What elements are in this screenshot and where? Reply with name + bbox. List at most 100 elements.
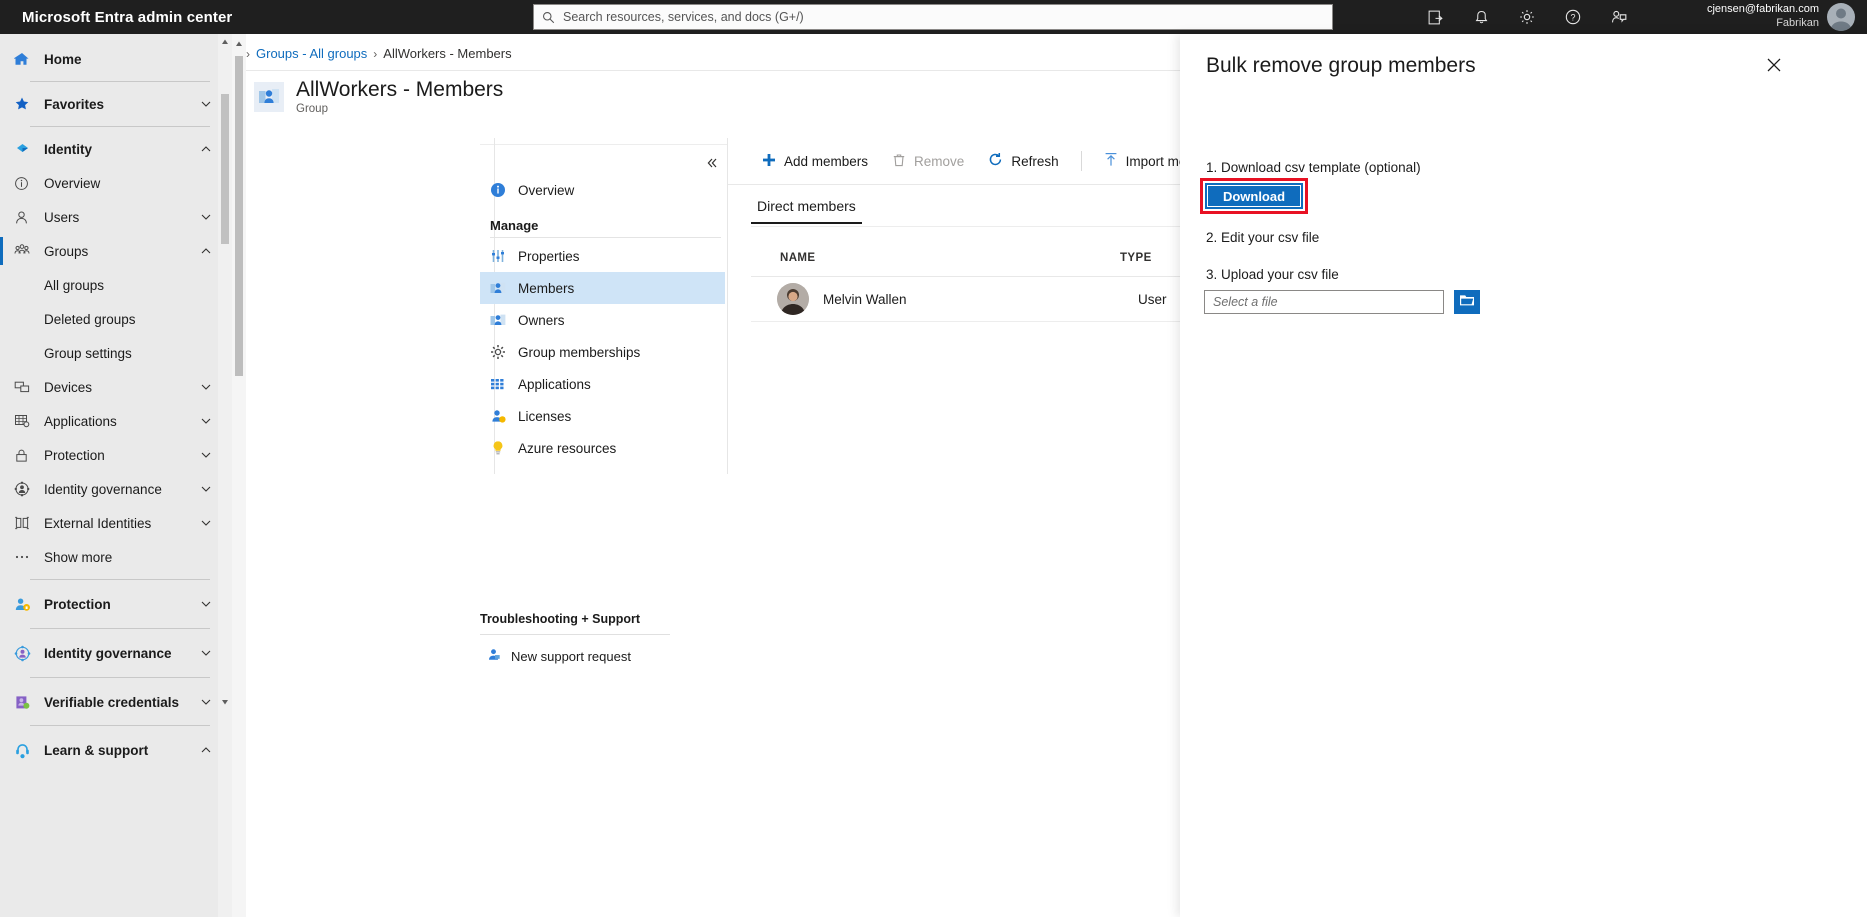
sidebar-item-home[interactable]: Home	[0, 42, 232, 76]
sidebar-item-external-identities[interactable]: External Identities	[0, 506, 232, 540]
azure-resources-bulb-icon	[490, 440, 506, 456]
sidebar-item-favorites[interactable]: Favorites	[0, 87, 232, 121]
sidebar-item-identity[interactable]: Identity	[0, 132, 232, 166]
file-path-input[interactable]	[1204, 290, 1444, 314]
chevron-down-icon	[200, 415, 212, 427]
sidebar-item-groups[interactable]: Groups	[0, 234, 232, 268]
chevron-up-icon	[200, 245, 212, 257]
trash-icon	[892, 153, 906, 170]
tab-direct-members[interactable]: Direct members	[751, 192, 862, 224]
blade-menu-item-group-memberships[interactable]: Group memberships	[480, 336, 725, 368]
blade-menu-item-properties[interactable]: Properties	[480, 240, 725, 272]
sidebar-item-verifiable-credentials[interactable]: Verifiable credentials	[0, 683, 232, 721]
search-input[interactable]	[563, 10, 1324, 24]
blade-menu-item-azure-resources[interactable]: Azure resources	[480, 432, 725, 464]
breadcrumb-separator: ›	[246, 46, 250, 61]
sidebar-item-protection[interactable]: Protection	[0, 438, 232, 472]
blade-menu-section-manage: Manage	[490, 218, 539, 233]
feedback-person-icon[interactable]	[1609, 7, 1629, 27]
sidebar-item-label: Verifiable credentials	[44, 694, 180, 710]
cloud-shell-icon[interactable]	[1425, 7, 1445, 27]
sidebar-item-label: Identity governance	[44, 481, 162, 497]
sidebar-item-label: Overview	[44, 175, 101, 191]
blade-menu-item-label: Owners	[518, 312, 565, 328]
chevron-double-left-icon[interactable]	[701, 152, 723, 174]
chevron-up-icon	[200, 744, 212, 756]
step-3-label: 3. Upload your csv file	[1206, 267, 1339, 282]
group-icon	[254, 81, 284, 112]
blade-menu-item-applications[interactable]: Applications	[480, 368, 725, 400]
page-title: AllWorkers - Members	[296, 78, 504, 101]
blade-menu: Overview Manage Properties Members Owner…	[480, 156, 725, 476]
support-section-title: Troubleshooting + Support	[480, 612, 641, 626]
left-nav-scrollbar[interactable]	[218, 34, 232, 917]
member-tabs: Direct members	[751, 192, 862, 224]
folder-open-icon	[1459, 293, 1475, 312]
help-question-icon[interactable]: ?	[1563, 7, 1583, 27]
sidebar-item-identity-governance-section[interactable]: Identity governance	[0, 634, 232, 672]
sidebar-item-learn-support[interactable]: Learn & support	[0, 731, 232, 769]
blade-menu-item-members[interactable]: Members	[480, 272, 725, 304]
sidebar-item-overview[interactable]: Overview	[0, 166, 232, 200]
external-identities-icon	[14, 515, 36, 531]
scroll-thumb[interactable]	[221, 94, 229, 244]
info-circle-icon	[490, 182, 506, 198]
blade-menu-item-licenses[interactable]: Licenses	[480, 400, 725, 432]
members-icon	[490, 280, 506, 296]
verifiable-credentials-icon	[14, 694, 36, 711]
settings-gear-icon[interactable]	[1517, 7, 1537, 27]
cell-member-name: Melvin Wallen	[823, 291, 907, 307]
sidebar-item-show-more[interactable]: Show more	[0, 540, 232, 574]
breadcrumb-link-groups[interactable]: Groups - All groups	[256, 46, 367, 61]
support-item-label: New support request	[511, 648, 631, 664]
scroll-down-arrow-icon[interactable]	[218, 694, 232, 710]
download-button[interactable]: Download	[1205, 183, 1303, 209]
sidebar-item-protection-section[interactable]: Protection	[0, 585, 232, 623]
nav-separator	[30, 126, 210, 127]
blade-menu-item-owners[interactable]: Owners	[480, 304, 725, 336]
remove-button: Remove	[880, 147, 976, 176]
notifications-bell-icon[interactable]	[1471, 7, 1491, 27]
add-members-button[interactable]: Add members	[750, 147, 880, 176]
sidebar-item-label: Applications	[44, 413, 117, 429]
avatar	[1827, 3, 1855, 31]
refresh-button[interactable]: Refresh	[976, 146, 1070, 176]
sidebar-item-devices[interactable]: Devices	[0, 370, 232, 404]
blade-menu-item-overview[interactable]: Overview	[480, 174, 725, 206]
scroll-up-arrow-icon[interactable]	[218, 34, 232, 50]
scroll-thumb[interactable]	[235, 56, 243, 376]
close-icon[interactable]	[1763, 54, 1785, 76]
support-rule	[480, 634, 670, 635]
support-item-new-request[interactable]: New support request	[480, 641, 730, 671]
brand-title: Microsoft Entra admin center	[22, 8, 233, 26]
learn-support-icon	[14, 742, 36, 759]
sidebar-item-label: Identity	[44, 141, 93, 157]
sidebar-item-label: Learn & support	[44, 742, 149, 758]
sidebar-item-label: Deleted groups	[44, 311, 136, 327]
sidebar-item-identity-governance[interactable]: Identity governance	[0, 472, 232, 506]
sidebar-item-applications[interactable]: Applications	[0, 404, 232, 438]
global-search[interactable]	[533, 4, 1333, 30]
command-label: Refresh	[1011, 153, 1059, 169]
member-avatar	[777, 283, 809, 315]
breadcrumb-current: AllWorkers - Members	[383, 46, 512, 61]
breadcrumb-separator: ›	[373, 46, 378, 61]
scroll-up-arrow-icon[interactable]	[232, 37, 246, 51]
left-navigation: Home Favorites Identity Overview Users G…	[0, 34, 232, 917]
nav-separator	[30, 677, 210, 678]
entra-admin-center-page: Microsoft Entra admin center ?	[0, 0, 1867, 917]
blade-scrollbar[interactable]	[232, 34, 246, 917]
licenses-icon	[490, 408, 506, 424]
command-label: Remove	[914, 153, 965, 169]
sidebar-item-users[interactable]: Users	[0, 200, 232, 234]
bulk-remove-panel: Bulk remove group members 1. Download cs…	[1180, 34, 1867, 917]
account-text: cjensen@fabrikan.com Fabrikan	[1707, 3, 1819, 31]
sidebar-item-all-groups[interactable]: All groups	[0, 268, 232, 302]
account-button[interactable]: cjensen@fabrikan.com Fabrikan	[1707, 0, 1861, 34]
sidebar-item-deleted-groups[interactable]: Deleted groups	[0, 302, 232, 336]
identity-diamond-icon	[14, 141, 36, 158]
command-divider	[1080, 151, 1082, 171]
sidebar-item-group-settings[interactable]: Group settings	[0, 336, 232, 370]
nav-separator	[30, 579, 210, 580]
browse-file-button[interactable]	[1454, 290, 1480, 314]
